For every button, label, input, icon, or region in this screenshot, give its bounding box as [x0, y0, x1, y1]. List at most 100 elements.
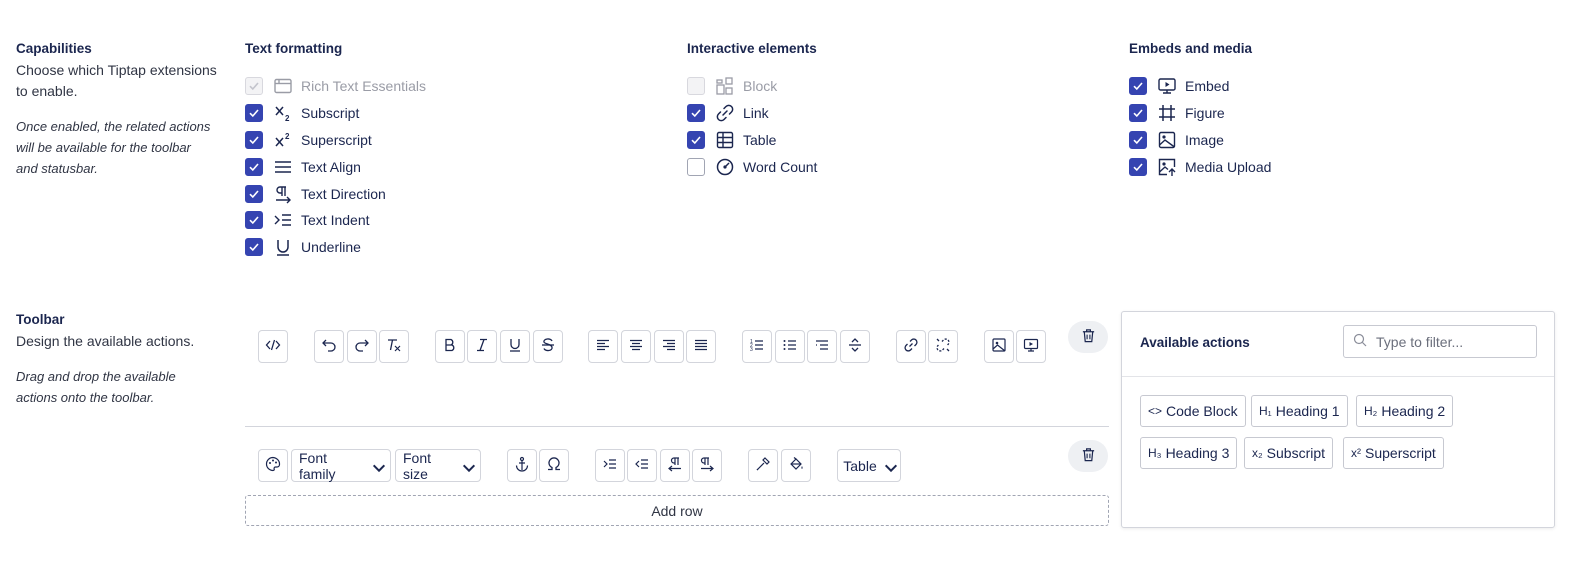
capability-text-align[interactable]: Text Align	[245, 153, 426, 180]
font-size-label: Font size	[403, 449, 432, 482]
capability-text-direction[interactable]: Text Direction	[245, 180, 426, 207]
table-dropdown-label: Table	[843, 457, 877, 474]
embed-button[interactable]	[1016, 330, 1046, 363]
toolbar-description: Design the available actions.	[16, 333, 195, 349]
add-row-button[interactable]: Add row	[245, 495, 1109, 526]
superscript-icon: x²	[1351, 446, 1361, 460]
indent-button[interactable]	[595, 449, 625, 482]
font-size-dropdown[interactable]: Font size	[395, 449, 481, 482]
outdent-button[interactable]	[627, 449, 657, 482]
capability-link[interactable]: Link	[687, 100, 817, 127]
block-checkbox	[687, 77, 705, 96]
text-direction-rtl-button[interactable]	[660, 449, 690, 482]
capability-embed[interactable]: Embed	[1129, 73, 1271, 100]
rich-text-essentials-label: Rich Text Essentials	[301, 78, 427, 95]
special-character-button[interactable]	[539, 449, 569, 482]
capability-media-upload[interactable]: Media Upload	[1129, 153, 1271, 180]
clear-formatting-button[interactable]	[379, 330, 409, 363]
text-direction-checkbox[interactable]	[245, 184, 263, 203]
palette-icon	[265, 456, 281, 475]
action-chip-heading-2[interactable]: H₂ Heading 2	[1356, 395, 1454, 427]
image-icon	[1156, 129, 1178, 151]
word-count-checkbox[interactable]	[687, 157, 705, 176]
align-justify-button[interactable]	[686, 330, 716, 363]
image-button[interactable]	[984, 330, 1014, 363]
redo-button[interactable]	[347, 330, 377, 363]
horizontal-rule-icon	[847, 337, 863, 356]
text-indent-checkbox[interactable]	[245, 211, 263, 230]
embed-checkbox[interactable]	[1129, 77, 1147, 96]
link-button[interactable]	[896, 330, 926, 363]
capability-underline[interactable]: Underline	[245, 234, 426, 261]
bullet-list-button[interactable]	[775, 330, 805, 363]
undo-button[interactable]	[314, 330, 344, 363]
action-chip-superscript[interactable]: x² Superscript	[1343, 437, 1444, 469]
horizontal-rule-button[interactable]	[840, 330, 870, 363]
align-right-button[interactable]	[654, 330, 684, 363]
toolbar-row-divider	[245, 426, 1109, 427]
capability-text-indent[interactable]: Text Indent	[245, 207, 426, 234]
text-direction-label: Text Direction	[301, 185, 386, 202]
search-icon	[1353, 333, 1367, 350]
table-dropdown[interactable]: Table	[837, 449, 901, 482]
anchor-button[interactable]	[507, 449, 537, 482]
delete-row-1-button[interactable]	[1068, 321, 1108, 353]
svg-text:2: 2	[285, 114, 290, 123]
block-label: Block	[743, 78, 778, 95]
table-icon	[714, 129, 736, 151]
ordered-list-icon: 123	[749, 337, 765, 356]
media-upload-checkbox[interactable]	[1129, 157, 1147, 176]
text-formatting-heading: Text formatting	[245, 41, 343, 56]
embeds-and-media-heading: Embeds and media	[1129, 41, 1253, 56]
redo-icon	[354, 337, 370, 356]
action-chip-subscript[interactable]: x₂ Subscript	[1244, 437, 1334, 469]
background-color-button[interactable]	[781, 449, 811, 482]
subscript-checkbox[interactable]	[245, 104, 263, 123]
heading-2-icon: H₂	[1364, 404, 1378, 418]
underline-button[interactable]	[500, 330, 530, 363]
text-direction-ltr-button[interactable]	[692, 449, 722, 482]
align-center-button[interactable]	[621, 330, 651, 363]
superscript-checkbox[interactable]	[245, 130, 263, 149]
capability-figure[interactable]: Figure	[1129, 100, 1271, 127]
capability-subscript[interactable]: 2 Subscript	[245, 100, 426, 127]
delete-row-2-button[interactable]	[1068, 440, 1108, 472]
bold-button[interactable]	[435, 330, 465, 363]
code-button[interactable]	[258, 330, 288, 363]
text-formatting-list: Rich Text Essentials 2 Subscript 2 Super…	[245, 73, 426, 261]
italic-button[interactable]	[467, 330, 497, 363]
action-chip-heading-3[interactable]: H₃ Heading 3	[1140, 437, 1238, 469]
text-align-checkbox[interactable]	[245, 157, 263, 176]
ordered-list-button[interactable]: 123	[742, 330, 772, 363]
text-align-label: Text Align	[301, 158, 361, 175]
capability-superscript[interactable]: 2 Superscript	[245, 127, 426, 154]
table-checkbox[interactable]	[687, 130, 705, 149]
link-checkbox[interactable]	[687, 104, 705, 123]
align-left-icon	[595, 337, 611, 356]
figure-checkbox[interactable]	[1129, 104, 1147, 123]
embed-icon	[1023, 337, 1039, 356]
indent-icon	[602, 456, 618, 475]
image-checkbox[interactable]	[1129, 130, 1147, 149]
list-indent-button[interactable]	[807, 330, 837, 363]
anchor-icon	[514, 456, 530, 475]
palette-button[interactable]	[258, 449, 288, 482]
superscript-label: Superscript	[301, 131, 372, 148]
filter-input[interactable]	[1376, 333, 1526, 350]
filter-box[interactable]	[1343, 325, 1537, 358]
underline-checkbox[interactable]	[245, 238, 263, 257]
unlink-button[interactable]	[928, 330, 958, 363]
action-chip-code-block[interactable]: <> Code Block	[1140, 395, 1246, 427]
capability-word-count[interactable]: Word Count	[687, 153, 817, 180]
action-chip-heading-1[interactable]: H₁ Heading 1	[1251, 395, 1348, 427]
strikethrough-button[interactable]	[533, 330, 563, 363]
link-icon	[903, 337, 919, 356]
capability-image[interactable]: Image	[1129, 127, 1271, 154]
interactive-elements-heading: Interactive elements	[687, 41, 817, 56]
text-color-button[interactable]	[748, 449, 778, 482]
chevron-down-icon	[461, 460, 476, 472]
align-left-button[interactable]	[588, 330, 618, 363]
embed-label: Embed	[1185, 78, 1230, 95]
capability-table[interactable]: Table	[687, 127, 817, 154]
font-family-dropdown[interactable]: Font family	[291, 449, 391, 482]
